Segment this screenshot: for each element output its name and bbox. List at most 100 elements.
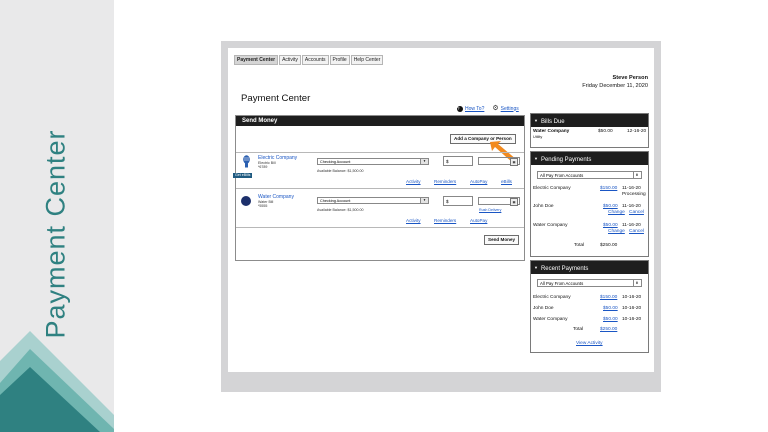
tab-profile[interactable]: Profile	[329, 55, 350, 65]
autopay-link[interactable]: AutoPay	[470, 218, 487, 223]
view-activity-link[interactable]: View Activity	[576, 341, 603, 346]
recent-payments-panel: ▼ Recent Payments All Pay From Accounts ⬍…	[530, 260, 649, 353]
payee-divider	[236, 227, 524, 228]
pending-date: 11-16-20	[622, 186, 641, 191]
slide-left-background: Payment Center	[0, 0, 114, 432]
pending-amount-link[interactable]: $50.00	[603, 204, 618, 209]
pending-payee: Water Company	[533, 223, 568, 228]
chevron-down-icon: ▾	[420, 159, 428, 164]
pending-payee: Electric Company	[533, 186, 571, 191]
bill-amount: $50.00	[598, 129, 613, 134]
recent-header[interactable]: ▼ Recent Payments	[531, 261, 648, 274]
select-arrows-icon: ⬍	[633, 172, 640, 178]
payee-divider	[236, 188, 524, 189]
decorative-triangles	[0, 331, 114, 432]
filter-value: All Pay From Accounts	[540, 173, 584, 178]
pending-date: 11-16-20	[622, 223, 641, 228]
recent-date: 10-16-20	[622, 306, 642, 311]
collapse-triangle-icon: ▼	[534, 156, 538, 161]
bulb-logo-icon	[243, 155, 250, 168]
send-money-button[interactable]: Send Money	[484, 235, 520, 245]
recent-account-filter[interactable]: All Pay From Accounts ⬍	[537, 279, 642, 287]
amount-input[interactable]: $	[443, 156, 473, 166]
send-money-panel: Send Money Add a Company or Person Elect…	[233, 115, 525, 261]
recent-payee: Water Company	[533, 317, 568, 322]
cancel-link[interactable]: Cancel	[629, 210, 644, 215]
collapse-triangle-icon: ▼	[534, 265, 538, 270]
pay-from-select[interactable]: Checking Account ▾	[317, 197, 429, 204]
bills-due-header[interactable]: ▼ Bills Due	[531, 114, 648, 127]
water-logo-icon	[241, 196, 251, 206]
user-info: Steve Person Friday December 11, 2020	[582, 75, 648, 90]
date-input[interactable]: ▦	[478, 197, 520, 206]
payee-account: *5555	[258, 204, 268, 208]
slide-title: Payment Center	[40, 129, 71, 339]
pending-total: $250.00	[600, 243, 618, 248]
activity-link[interactable]: Activity	[406, 218, 421, 223]
activity-link[interactable]: Activity	[406, 179, 421, 184]
available-balance: Available Balance: $1,500.00	[317, 208, 364, 212]
ebills-link[interactable]: eBills	[501, 179, 512, 184]
screenshot-frame: Payment Center Activity Accounts Profile…	[221, 41, 661, 392]
filter-value: All Pay From Accounts	[540, 281, 584, 286]
recent-title: Recent Payments	[540, 266, 589, 272]
select-arrows-icon: ⬍	[633, 280, 640, 286]
bill-name: Water Company	[533, 129, 570, 134]
current-date: Friday December 11, 2020	[582, 82, 648, 89]
recent-payee: John Doe	[533, 306, 554, 311]
change-link[interactable]: Change	[608, 229, 625, 234]
settings-link[interactable]: ⚙ Settings	[492, 105, 518, 112]
recent-total-label: Total	[573, 327, 584, 332]
cancel-link[interactable]: Cancel	[629, 229, 644, 234]
recent-date: 10-16-20	[622, 317, 642, 322]
bills-due-title: Bills Due	[540, 119, 565, 125]
recent-payee: Electric Company	[533, 295, 571, 300]
user-name: Steve Person	[612, 75, 648, 81]
collapse-triangle-icon: ▼	[534, 118, 538, 123]
recent-amount-link[interactable]: $50.00	[603, 317, 618, 322]
pending-date: 11-16-20	[622, 204, 641, 209]
pending-payments-panel: ▼ Pending Payments All Pay From Accounts …	[530, 151, 649, 257]
chevron-down-icon: ▾	[420, 198, 428, 203]
reminders-link[interactable]: Reminders	[434, 218, 456, 223]
pending-title: Pending Payments	[540, 157, 592, 163]
payee-account: *6789	[258, 165, 268, 169]
recent-date: 10-16-20	[622, 295, 642, 300]
pending-total-label: Total	[574, 243, 585, 248]
howto-link[interactable]: ? How To?	[457, 105, 485, 112]
help-icon: ?	[457, 105, 463, 112]
reminders-link[interactable]: Reminders	[434, 179, 456, 184]
date-input[interactable]: ▦	[478, 157, 520, 166]
recent-amount-link[interactable]: $50.00	[603, 306, 618, 311]
bill-category: Utility	[533, 135, 543, 139]
settings-label: Settings	[500, 105, 519, 112]
payee-divider	[236, 152, 524, 153]
pending-payee: John Doe	[533, 204, 554, 209]
page-title: Payment Center	[241, 93, 311, 104]
gear-icon: ⚙	[492, 105, 499, 112]
rush-delivery-link[interactable]: Rush Delivery	[479, 208, 501, 212]
app-window: Payment Center Activity Accounts Profile…	[228, 48, 654, 372]
pending-amount-link[interactable]: $50.00	[603, 223, 618, 228]
recent-amount-link[interactable]: $150.00	[600, 295, 617, 300]
recent-total[interactable]: $250.00	[600, 327, 617, 332]
available-balance: Available Balance: $1,500.00	[317, 169, 364, 173]
howto-label: How To?	[465, 105, 485, 112]
autopay-link[interactable]: AutoPay	[470, 179, 487, 184]
tab-help-center[interactable]: Help Center	[350, 55, 384, 65]
top-nav: Payment Center Activity Accounts Profile…	[234, 55, 384, 65]
pending-status: Processing	[622, 192, 646, 197]
pending-header[interactable]: ▼ Pending Payments	[531, 152, 648, 165]
tab-activity[interactable]: Activity	[279, 55, 301, 65]
tab-accounts[interactable]: Accounts	[301, 55, 329, 65]
bills-due-panel: ▼ Bills Due Water Company Utility $50.00 …	[530, 113, 649, 148]
get-ebills-tag[interactable]: Get eBills	[233, 173, 253, 178]
amount-input[interactable]: $	[443, 196, 473, 206]
change-link[interactable]: Change	[608, 210, 625, 215]
calendar-icon[interactable]: ▦	[510, 158, 518, 166]
pending-account-filter[interactable]: All Pay From Accounts ⬍	[537, 171, 642, 179]
tab-payment-center[interactable]: Payment Center	[234, 55, 279, 65]
pending-amount-link[interactable]: $150.00	[600, 186, 617, 191]
pay-from-select[interactable]: Checking Account ▾	[317, 158, 429, 165]
calendar-icon[interactable]: ▦	[510, 198, 518, 206]
